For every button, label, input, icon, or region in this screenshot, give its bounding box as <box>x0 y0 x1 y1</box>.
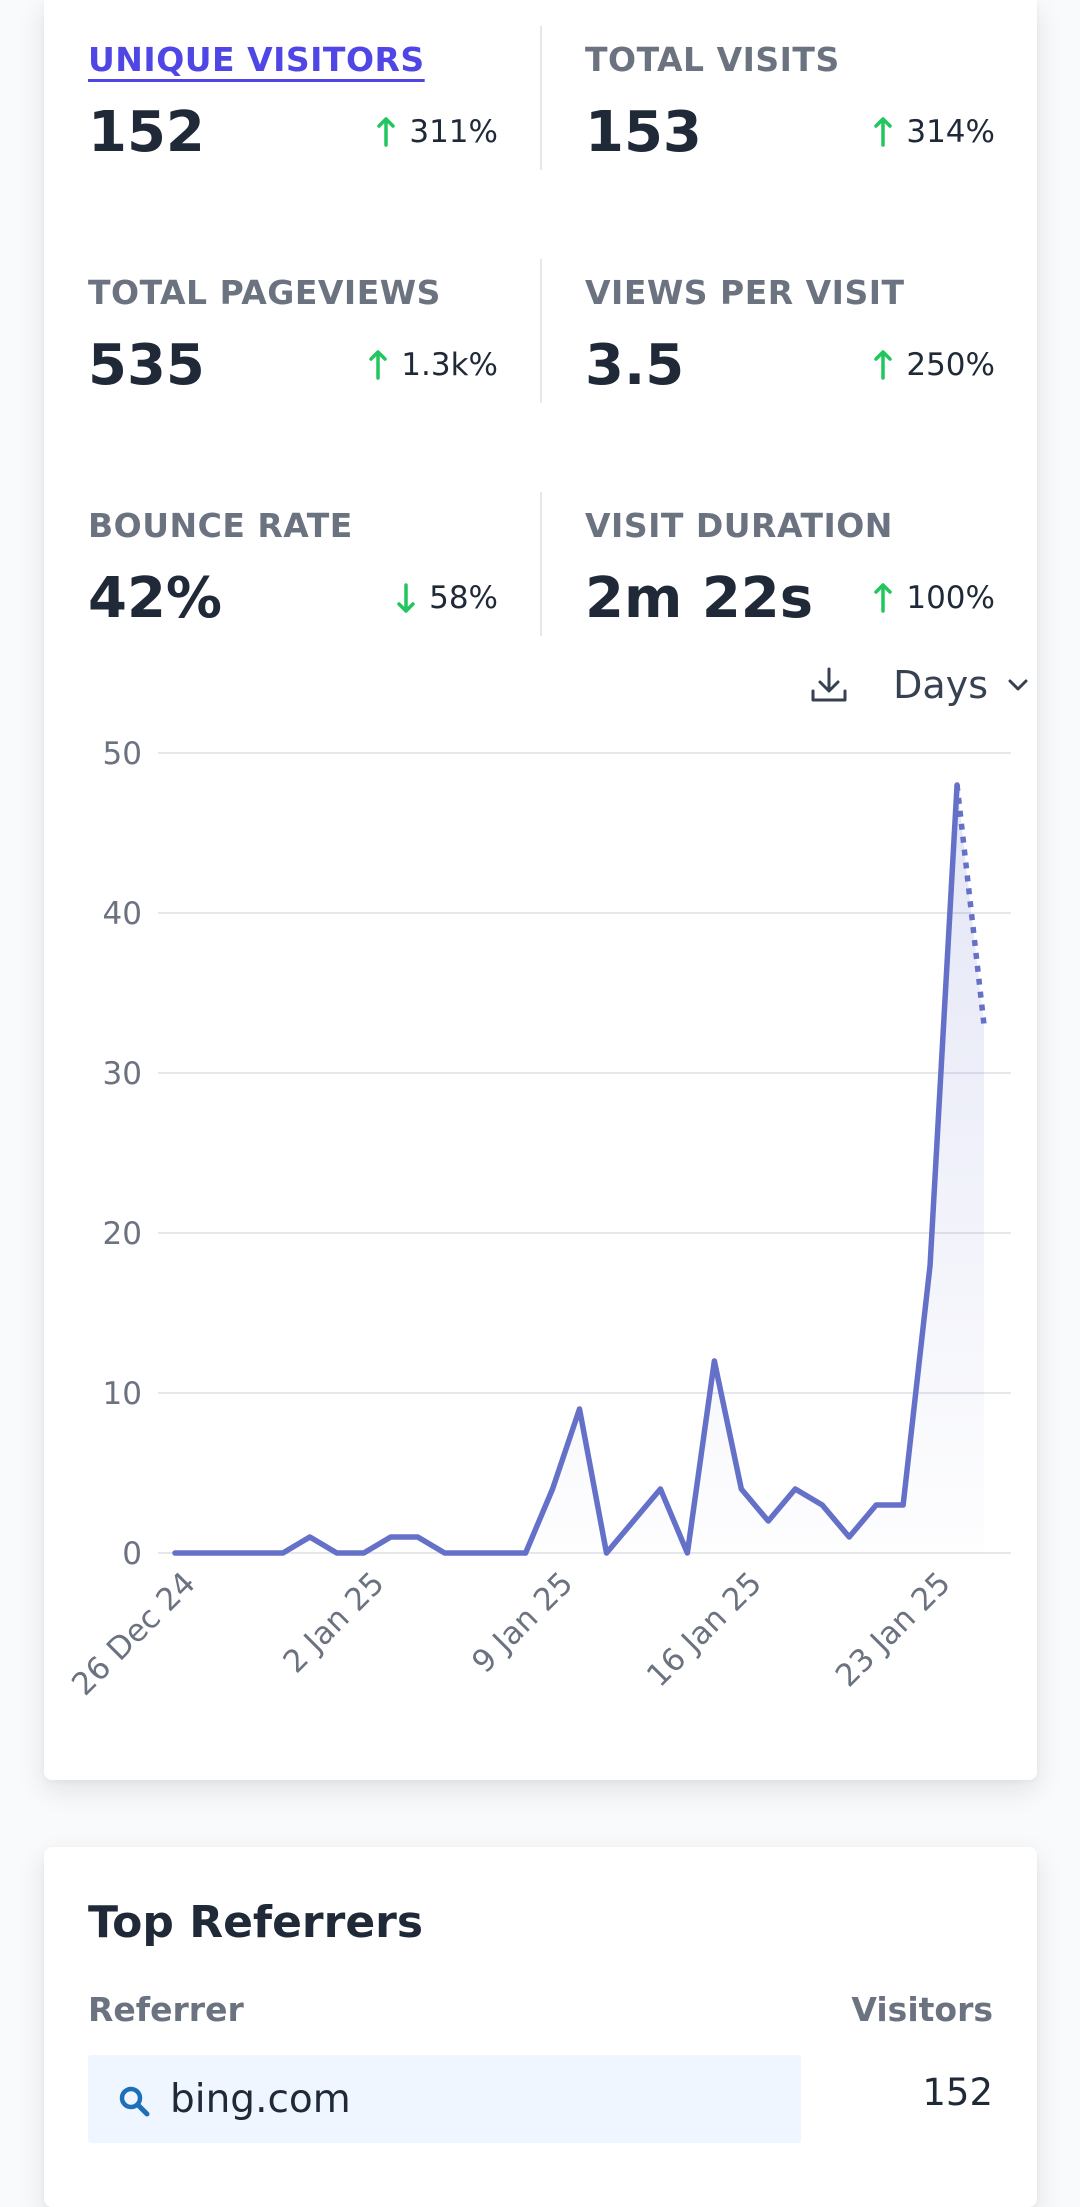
visitors-column-header: Visitors <box>851 1990 993 2029</box>
referrer-visitors: 152 <box>922 2071 993 2114</box>
x-tick-label: 23 Jan 25 <box>829 1565 958 1694</box>
y-tick-label: 30 <box>103 1056 142 1092</box>
series-area <box>175 785 985 1553</box>
y-tick-label: 40 <box>103 896 142 932</box>
x-tick-label: 26 Dec 24 <box>65 1565 203 1703</box>
referrer-name[interactable]: bing.com <box>170 2077 351 2122</box>
y-tick-label: 50 <box>103 736 142 772</box>
y-tick-label: 20 <box>103 1216 142 1252</box>
referrer-column-header: Referrer <box>88 1990 244 2029</box>
series-line <box>172 782 960 1556</box>
search-icon <box>119 2086 150 2117</box>
referrers-title: Top Referrers <box>88 1897 424 1948</box>
x-tick-label: 2 Jan 25 <box>276 1565 391 1680</box>
visitors-line-chart[interactable]: 0 10 20 30 40 50 26 Dec 24 2 Jan 25 9 Jan 25 16 J… <box>0 0 1080 1780</box>
x-tick-label: 16 Jan 25 <box>640 1565 769 1694</box>
y-tick-label: 0 <box>122 1536 142 1572</box>
y-tick-label: 10 <box>103 1376 142 1412</box>
x-tick-label: 9 Jan 25 <box>465 1565 580 1680</box>
